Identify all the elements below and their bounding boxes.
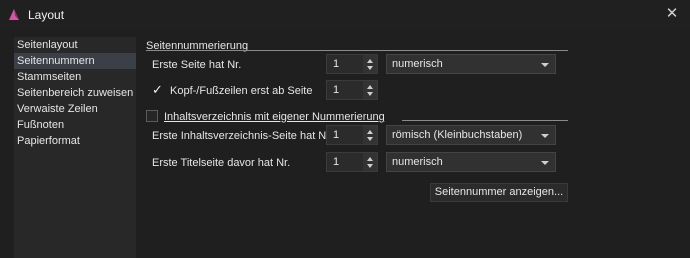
down-arrow-icon[interactable] xyxy=(367,92,373,96)
toc-first-page-label: Erste Inhaltsverzeichnis-Seite hat Nr. xyxy=(152,130,333,142)
title-bar: Layout ✕ xyxy=(0,0,690,30)
stepper-arrows[interactable] xyxy=(363,81,377,99)
down-arrow-icon[interactable] xyxy=(367,164,373,168)
up-arrow-icon[interactable] xyxy=(367,85,373,89)
toc-format-select[interactable]: römisch (Kleinbuchstaben) xyxy=(386,125,556,145)
title-page-format-value: numerisch xyxy=(392,156,443,168)
sidebar-item-seitenbereich-zuweisen[interactable]: Seitenbereich zuweisen xyxy=(14,85,136,101)
sidebar-item-seitennummern[interactable]: Seitennummern xyxy=(14,53,136,69)
toc-checkbox-label: Inhaltsverzeichnis mit eigener Nummerier… xyxy=(164,111,385,123)
stepper-arrows[interactable] xyxy=(363,55,377,73)
chevron-down-icon xyxy=(541,161,549,165)
sidebar-item-papierformat[interactable]: Papierformat xyxy=(14,133,136,149)
section-divider xyxy=(146,50,568,51)
window-title: Layout xyxy=(28,8,65,22)
sidebar-item-fussnoten[interactable]: Fußnoten xyxy=(14,117,136,133)
sidebar-item-stammseiten[interactable]: Stammseiten xyxy=(14,69,136,85)
toc-first-page-value: 1 xyxy=(333,129,340,141)
header-footer-checkbox[interactable]: ✓ xyxy=(152,83,164,96)
up-arrow-icon[interactable] xyxy=(367,59,373,63)
title-page-value: 1 xyxy=(333,156,340,168)
down-arrow-icon[interactable] xyxy=(367,137,373,141)
title-page-stepper[interactable]: 1 xyxy=(326,152,378,172)
toc-first-page-stepper[interactable]: 1 xyxy=(326,125,378,145)
title-page-label: Erste Titelseite davor hat Nr. xyxy=(152,157,291,169)
close-icon[interactable]: ✕ xyxy=(664,6,680,22)
header-footer-stepper[interactable]: 1 xyxy=(326,80,378,100)
sidebar-item-seitenlayout[interactable]: Seitenlayout xyxy=(14,37,136,53)
app-icon xyxy=(9,9,19,20)
stepper-arrows[interactable] xyxy=(363,126,377,144)
stepper-arrows[interactable] xyxy=(363,153,377,171)
down-arrow-icon[interactable] xyxy=(367,66,373,70)
up-arrow-icon[interactable] xyxy=(367,157,373,161)
sidebar-item-verwaiste-zeilen[interactable]: Verwaiste Zeilen xyxy=(14,101,136,117)
toc-divider xyxy=(402,120,568,121)
up-arrow-icon[interactable] xyxy=(367,130,373,134)
toc-format-value: römisch (Kleinbuchstaben) xyxy=(392,129,523,141)
first-page-label: Erste Seite hat Nr. xyxy=(152,59,242,71)
header-footer-label: Kopf-/Fußzeilen erst ab Seite xyxy=(170,85,313,97)
show-page-number-button[interactable]: Seitennummer anzeigen... xyxy=(430,183,568,202)
first-page-format-value: numerisch xyxy=(392,58,443,70)
first-page-format-select[interactable]: numerisch xyxy=(386,54,556,74)
first-page-value: 1 xyxy=(333,58,340,70)
sidebar: Seitenlayout Seitennummern Stammseiten S… xyxy=(14,37,136,258)
header-footer-value: 1 xyxy=(333,84,340,96)
first-page-stepper[interactable]: 1 xyxy=(326,54,378,74)
title-page-format-select[interactable]: numerisch xyxy=(386,152,556,172)
chevron-down-icon xyxy=(541,134,549,138)
chevron-down-icon xyxy=(541,63,549,67)
toc-checkbox[interactable] xyxy=(146,110,158,122)
